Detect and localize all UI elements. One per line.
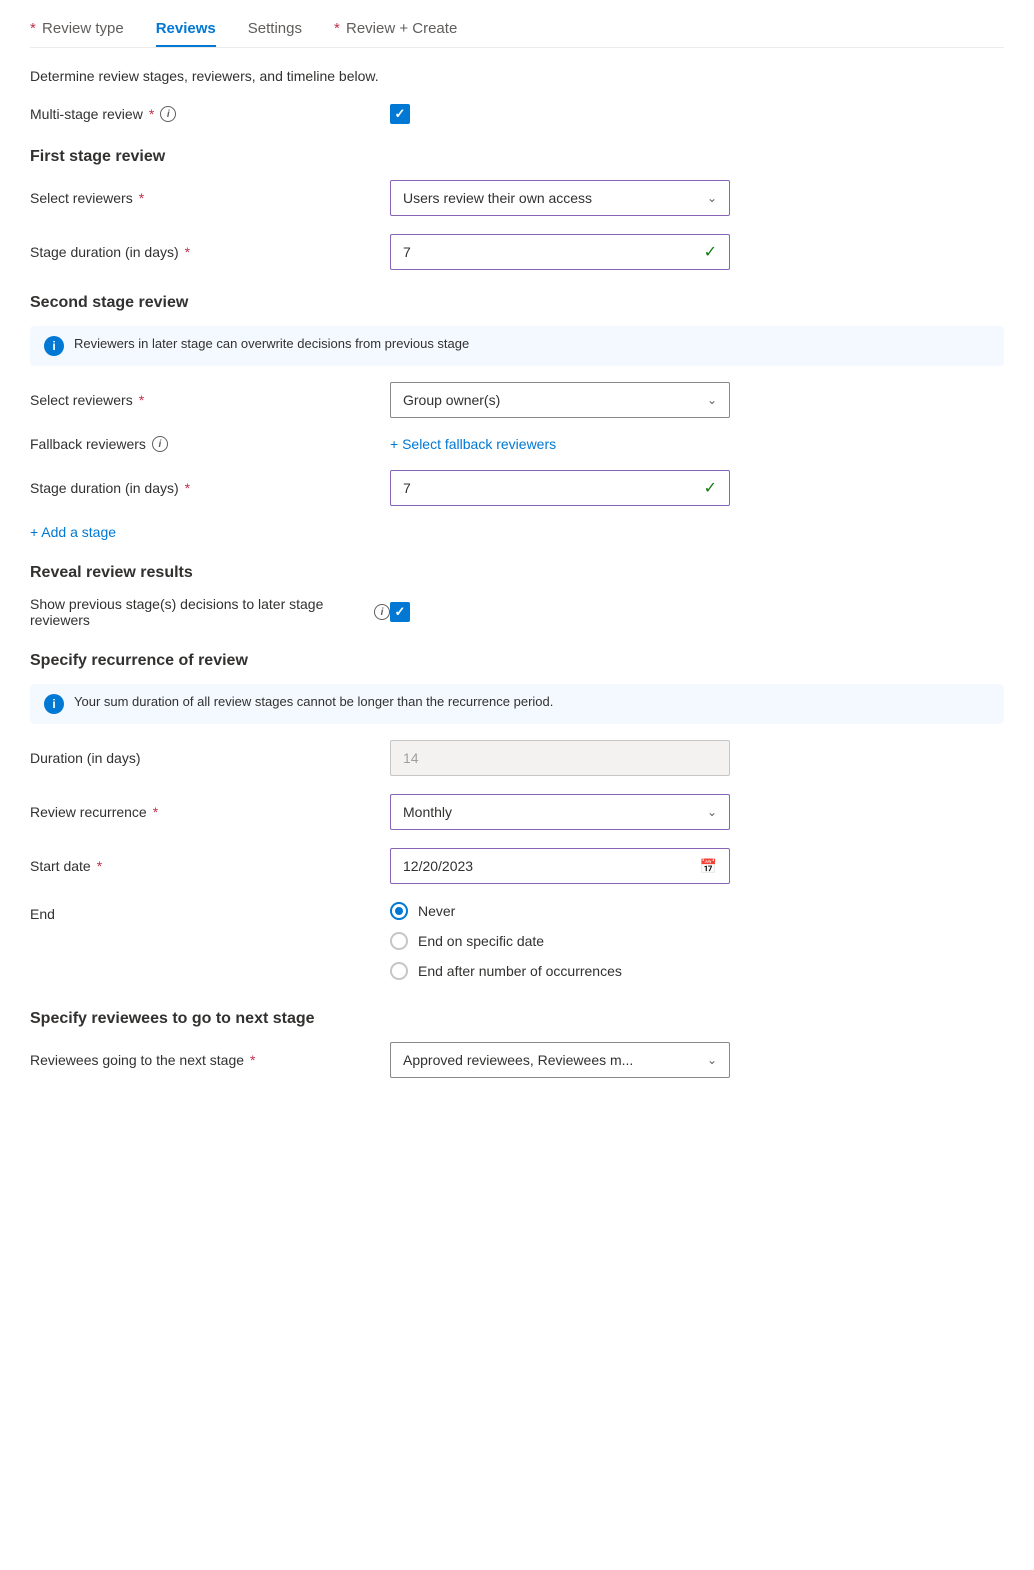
add-stage-button[interactable]: + Add a stage [30,524,1004,540]
review-recurrence-select[interactable]: Monthly ⌄ [390,794,730,830]
check-icon: ✓ [704,242,717,262]
select-fallback-reviewers-link[interactable]: + Select fallback reviewers [390,436,556,452]
start-date-input[interactable]: 12/20/2023 📅 [390,848,730,884]
first-stage-reviewers-control: Users review their own access ⌄ [390,180,1004,216]
review-recurrence-control: Monthly ⌄ [390,794,1004,830]
recurrence-info-banner: i Your sum duration of all review stages… [30,684,1004,724]
second-stage-duration-row: Stage duration (in days) * 7 ✓ [30,470,1004,506]
chevron-down-icon: ⌄ [707,805,717,819]
show-decisions-row: Show previous stage(s) decisions to late… [30,596,1004,628]
multi-stage-checkbox[interactable] [390,104,410,124]
review-recurrence-label: Review recurrence * [30,804,390,820]
tab-reviews[interactable]: Reviews [156,20,216,47]
nav-tabs: * Review type Reviews Settings * Review … [30,20,1004,48]
fallback-reviewers-row: Fallback reviewers i + Select fallback r… [30,436,1004,452]
end-occurrences-radio[interactable] [390,962,408,980]
second-stage-reviewers-select[interactable]: Group owner(s) ⌄ [390,382,730,418]
multi-stage-checkbox-area [390,104,1004,124]
chevron-down-icon: ⌄ [707,393,717,407]
end-specific-date-option[interactable]: End on specific date [390,932,1004,950]
recurrence-heading: Specify recurrence of review [30,652,1004,670]
tab-review-create[interactable]: * Review + Create [334,20,457,47]
duration-label: Duration (in days) [30,750,390,766]
end-row: End Never End on specific date End after… [30,902,1004,980]
show-decisions-checkbox[interactable] [390,602,410,622]
fallback-info-icon[interactable]: i [152,436,168,452]
reviewees-next-stage-row: Reviewees going to the next stage * Appr… [30,1042,1004,1078]
second-stage-heading: Second stage review [30,294,1004,312]
start-date-row: Start date * 12/20/2023 📅 [30,848,1004,884]
tab-settings[interactable]: Settings [248,20,302,47]
second-stage-duration-control: 7 ✓ [390,470,1004,506]
first-stage-duration-input[interactable]: 7 ✓ [390,234,730,270]
multi-stage-label: Multi-stage review * i [30,106,390,122]
second-stage-info-banner: i Reviewers in later stage can overwrite… [30,326,1004,366]
first-stage-heading: First stage review [30,148,1004,166]
second-stage-select-reviewers-row: Select reviewers * Group owner(s) ⌄ [30,382,1004,418]
reviewees-next-stage-control: Approved reviewees, Reviewees m... ⌄ [390,1042,1004,1078]
calendar-icon: 📅 [700,858,717,875]
page-description: Determine review stages, reviewers, and … [30,68,1004,84]
multi-stage-info-icon[interactable]: i [160,106,176,122]
first-stage-duration-label: Stage duration (in days) * [30,244,390,260]
end-occurrences-option[interactable]: End after number of occurrences [390,962,1004,980]
first-stage-reviewers-select[interactable]: Users review their own access ⌄ [390,180,730,216]
reviewees-next-stage-label: Reviewees going to the next stage * [30,1052,390,1068]
second-stage-reviewers-label: Select reviewers * [30,392,390,408]
fallback-reviewers-label: Fallback reviewers i [30,436,390,452]
first-stage-select-reviewers-row: Select reviewers * Users review their ow… [30,180,1004,216]
second-stage-duration-input[interactable]: 7 ✓ [390,470,730,506]
reviewees-next-stage-select[interactable]: Approved reviewees, Reviewees m... ⌄ [390,1042,730,1078]
reveal-results-heading: Reveal review results [30,564,1004,582]
fallback-reviewers-control: + Select fallback reviewers [390,436,1004,452]
end-never-radio[interactable] [390,902,408,920]
end-never-option[interactable]: Never [390,902,1004,920]
show-decisions-checkbox-area [390,602,1004,622]
end-radio-group: Never End on specific date End after num… [390,902,1004,980]
end-control: Never End on specific date End after num… [390,902,1004,980]
duration-row: Duration (in days) 14 [30,740,1004,776]
first-stage-reviewers-label: Select reviewers * [30,190,390,206]
chevron-down-icon: ⌄ [707,1053,717,1067]
review-recurrence-row: Review recurrence * Monthly ⌄ [30,794,1004,830]
end-specific-date-radio[interactable] [390,932,408,950]
start-date-control: 12/20/2023 📅 [390,848,1004,884]
end-label: End [30,902,390,922]
tab-review-type[interactable]: * Review type [30,20,124,47]
multi-stage-row: Multi-stage review * i [30,104,1004,124]
info-icon: i [44,336,64,356]
start-date-label: Start date * [30,858,390,874]
reviewees-heading: Specify reviewees to go to next stage [30,1010,1004,1028]
first-stage-duration-control: 7 ✓ [390,234,1004,270]
second-stage-reviewers-control: Group owner(s) ⌄ [390,382,1004,418]
second-stage-duration-label: Stage duration (in days) * [30,480,390,496]
show-decisions-info-icon[interactable]: i [374,604,390,620]
first-stage-duration-row: Stage duration (in days) * 7 ✓ [30,234,1004,270]
check-icon: ✓ [704,478,717,498]
recurrence-info-icon: i [44,694,64,714]
duration-input: 14 [390,740,730,776]
chevron-down-icon: ⌄ [707,191,717,205]
show-decisions-label: Show previous stage(s) decisions to late… [30,596,390,628]
duration-control: 14 [390,740,1004,776]
